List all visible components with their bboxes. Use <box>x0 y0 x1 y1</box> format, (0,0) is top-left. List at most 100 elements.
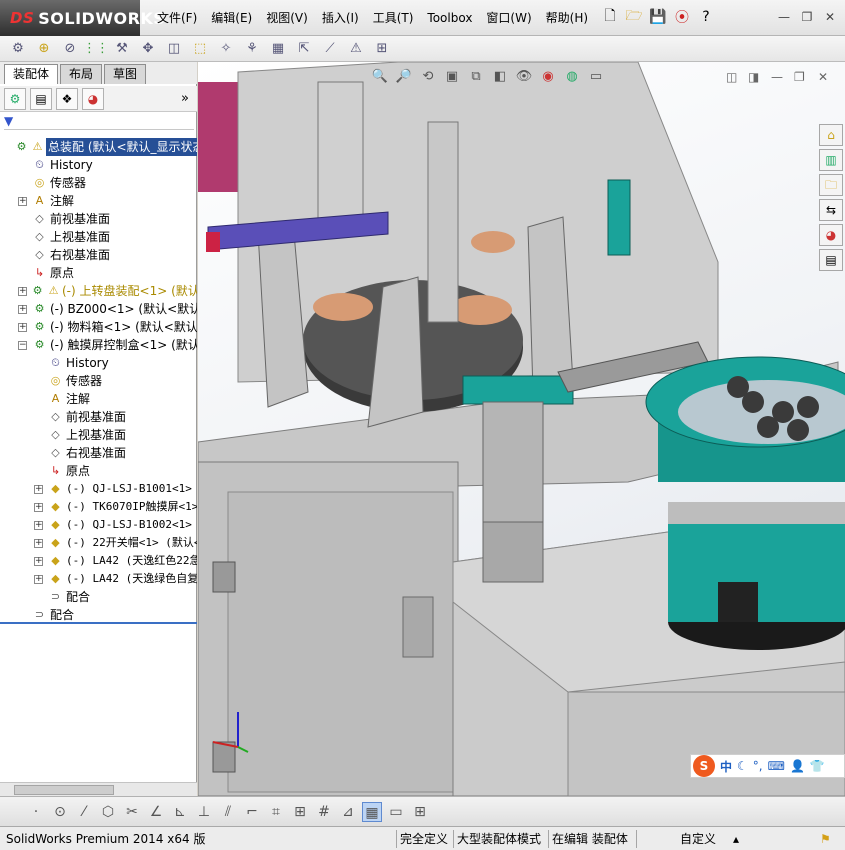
punctuation-icon[interactable]: °, <box>753 759 763 773</box>
tree-node[interactable]: + ⚙ (-) BZ000<1> (默认<默认_显 <box>0 300 197 318</box>
tree-expander-icon[interactable]: + <box>34 575 43 584</box>
design-library-icon[interactable]: ▥ <box>819 149 843 171</box>
zoom-to-fit-icon[interactable]: 🔍 <box>370 68 390 86</box>
new-motion-study-icon[interactable]: ⚘ <box>242 39 262 59</box>
panel-splitter[interactable] <box>0 622 197 624</box>
graphics-area[interactable]: 🔍 🔎 ⟲ ▣ ⧉ ◧ 👁 ◉ ◍ ▭ ◫ ◨ — ❐ ✕ ⌂ ▥ 🗀 ⇆ ◕ … <box>198 62 845 796</box>
3d-view-icon[interactable]: ▦ <box>362 801 382 822</box>
configuration-manager-icon[interactable]: ❖ <box>56 87 78 110</box>
appearances-icon[interactable]: ◕ <box>819 224 843 246</box>
hide-show-items-icon[interactable]: 👁 <box>514 68 534 86</box>
ime-language-label[interactable]: 中 <box>720 758 732 775</box>
previous-view-icon[interactable]: ⟲ <box>418 68 438 86</box>
tree-node[interactable]: + ◆ (-) LA42 (天逸红色22急 <box>0 552 197 570</box>
menu-window[interactable]: 窗口(W) <box>479 9 538 27</box>
traffic-light-icon[interactable]: ⦿ <box>672 7 692 27</box>
custom-properties-icon[interactable]: ▤ <box>819 249 843 271</box>
menu-file[interactable]: 文件(F) <box>150 9 204 27</box>
tree-node[interactable]: + ⚙ (-) 物料箱<1> (默认<默认_显 <box>0 318 197 336</box>
tree-node[interactable]: ⊃ 配合 <box>0 588 197 606</box>
menu-edit[interactable]: 编辑(E) <box>204 9 259 27</box>
save-icon[interactable]: 💾 <box>648 7 668 27</box>
grid-icon[interactable]: # <box>314 802 334 822</box>
tree-node[interactable]: ◇ 右视基准面 <box>0 444 197 462</box>
tree-node[interactable]: ↳ 原点 <box>0 264 197 282</box>
edit-appearance-icon[interactable]: ◉ <box>538 68 558 86</box>
menu-insert[interactable]: 插入(I) <box>315 9 366 27</box>
new-document-icon[interactable]: 🗋 <box>600 7 620 27</box>
tree-node[interactable]: ◇ 右视基准面 <box>0 246 197 264</box>
tree-node[interactable]: + A 注解 <box>0 192 197 210</box>
zoom-to-area-icon[interactable]: 🔎 <box>394 68 414 86</box>
four-view-icon[interactable]: ⊞ <box>410 802 430 822</box>
reference-geometry-icon[interactable]: ✧ <box>216 39 236 59</box>
section-view-icon[interactable]: ▣ <box>442 68 462 86</box>
insert-component-icon[interactable]: ⊕ <box>34 39 54 59</box>
tree-filter[interactable]: ▼ <box>4 114 194 130</box>
tab-assembly[interactable]: 装配体 <box>4 64 59 84</box>
tree-node[interactable]: ⚙ ⚠ 总装配 (默认<默认_显示状态 <box>0 138 197 156</box>
rebuild-status-icon[interactable]: ⚑ <box>820 831 831 847</box>
skin-icon[interactable]: 👕 <box>810 759 825 773</box>
tree-node[interactable]: ◇ 前视基准面 <box>0 408 197 426</box>
tree-node[interactable]: − ⚙ (-) 触摸屏控制盒<1> (默认 <box>0 336 197 354</box>
collapse-panel-icon[interactable]: » <box>181 91 197 106</box>
tree-node[interactable]: ⏲ History <box>0 354 197 372</box>
view-palette-icon[interactable]: ⇆ <box>819 199 843 221</box>
menu-toolbox[interactable]: Toolbox <box>420 9 479 27</box>
tree-node[interactable]: ↳ 原点 <box>0 462 197 480</box>
smart-fasteners-icon[interactable]: ⚒ <box>112 39 132 59</box>
show-hidden-icon[interactable]: ◫ <box>164 39 184 59</box>
menu-tools[interactable]: 工具(T) <box>366 9 421 27</box>
open-folder-icon[interactable]: 🗁 <box>624 7 644 27</box>
tree-node[interactable]: A 注解 <box>0 390 197 408</box>
angle-icon[interactable]: ∠ <box>146 802 166 822</box>
mirror-icon[interactable]: ⫽ <box>218 802 238 822</box>
units-dropdown-icon[interactable]: ▴ <box>733 831 739 847</box>
tree-node[interactable]: + ◆ (-) TK6070IP触摸屏<1> <box>0 498 197 516</box>
assembly-features-icon[interactable]: ⬚ <box>190 39 210 59</box>
bill-of-materials-icon[interactable]: ▦ <box>268 39 288 59</box>
tree-node[interactable]: ⏲ History <box>0 156 197 174</box>
restore-button[interactable]: ❐ <box>798 9 816 25</box>
apply-scene-icon[interactable]: ◍ <box>562 68 582 86</box>
exploded-view-icon[interactable]: ⇱ <box>294 39 314 59</box>
viewport-close-button[interactable]: ✕ <box>818 70 828 84</box>
minimize-button[interactable]: — <box>775 9 793 25</box>
display-manager-icon[interactable]: ◕ <box>82 87 104 110</box>
tree-node[interactable]: ◎ 传感器 <box>0 174 197 192</box>
tree-node[interactable]: ◇ 前视基准面 <box>0 210 197 228</box>
tree-node[interactable]: + ◆ (-) QJ-LSJ-B1001<1> (默 <box>0 480 197 498</box>
display-style-icon[interactable]: ◧ <box>490 68 510 86</box>
mate-icon[interactable]: ⊘ <box>60 39 80 59</box>
feature-manager-icon[interactable]: ⚙ <box>4 87 26 110</box>
close-button[interactable]: ✕ <box>821 9 839 25</box>
menu-help[interactable]: 帮助(H) <box>539 9 595 27</box>
rectangle-grid-icon[interactable]: ⊞ <box>290 802 310 822</box>
tree-node[interactable]: + ⚙ ⚠ (-) 上转盘装配<1> (默认 <box>0 282 197 300</box>
property-manager-icon[interactable]: ▤ <box>30 87 52 110</box>
panel-horizontal-scrollbar[interactable] <box>0 782 197 796</box>
user-icon[interactable]: 👤 <box>790 759 805 773</box>
move-component-icon[interactable]: ✥ <box>138 39 158 59</box>
trim-icon[interactable]: ✂ <box>122 802 142 822</box>
viewport-tile-vertical-icon[interactable]: ◨ <box>748 70 759 84</box>
polygon-icon[interactable]: ⬡ <box>98 802 118 822</box>
status-units[interactable]: 自定义 <box>680 831 716 847</box>
interference-icon[interactable]: ⚠ <box>346 39 366 59</box>
tree-expander-icon[interactable]: + <box>34 557 43 566</box>
tree-expander-icon[interactable]: + <box>34 485 43 494</box>
help-icon[interactable]: ? <box>696 7 716 27</box>
viewport-minimize-button[interactable]: — <box>771 70 783 84</box>
tree-expander-icon[interactable]: + <box>18 323 27 332</box>
pattern-icon[interactable]: ⋮⋮ <box>83 39 109 59</box>
view-settings-icon[interactable]: ▭ <box>586 68 606 86</box>
tree-expander-icon[interactable]: + <box>18 305 27 314</box>
tab-layout[interactable]: 布局 <box>60 64 103 84</box>
component-icon[interactable]: ⚙ <box>8 39 28 59</box>
tree-expander-icon[interactable]: + <box>34 539 43 548</box>
instant3d-icon[interactable]: ⊞ <box>372 39 392 59</box>
tree-node[interactable]: ◇ 上视基准面 <box>0 228 197 246</box>
view-orientation-icon[interactable]: ⧉ <box>466 68 486 86</box>
solidworks-logo[interactable]: DS SOLIDWORKS <box>0 0 165 36</box>
